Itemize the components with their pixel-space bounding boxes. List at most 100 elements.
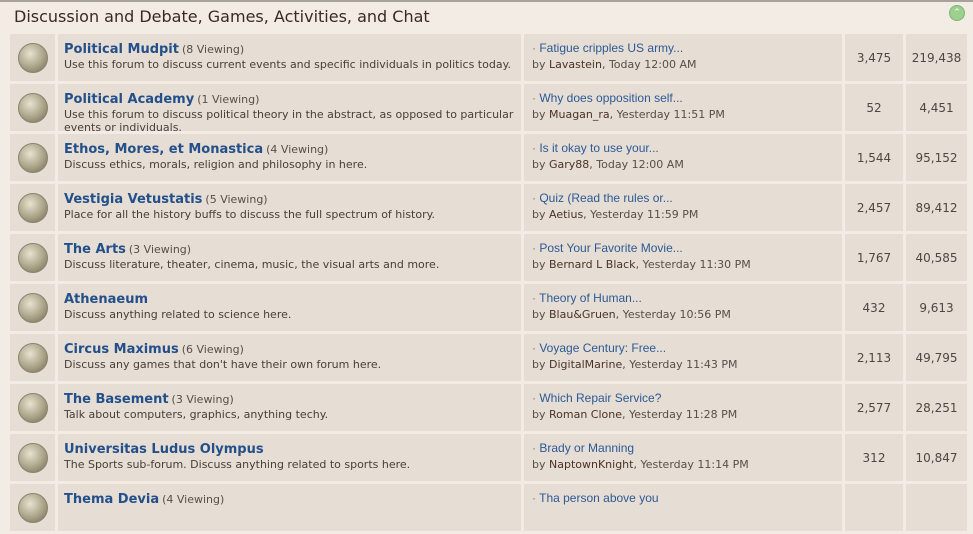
post-count: 10,847 — [906, 434, 967, 481]
last-post-time: , Yesterday 11:51 PM — [609, 108, 725, 121]
forum-status-icon — [10, 184, 55, 231]
forum-status-icon — [10, 334, 55, 381]
forum-info: Athenaeum Discuss anything related to sc… — [58, 284, 521, 331]
forum-link[interactable]: Universitas Ludus Olympus — [64, 442, 264, 457]
last-post: Brady or Manning by NaptownKnight, Yeste… — [524, 434, 842, 481]
forum-status-icon — [10, 434, 55, 481]
last-post-time: , Yesterday 11:43 PM — [622, 358, 738, 371]
thread-count: 1,767 — [845, 234, 903, 281]
viewing-count: (5 Viewing) — [205, 193, 268, 206]
last-post-link[interactable]: Voyage Century: Free... — [532, 341, 666, 355]
by-label: by — [532, 458, 549, 471]
category-header: Discussion and Debate, Games, Activities… — [0, 2, 973, 32]
thread-count: 52 — [845, 84, 903, 131]
last-post-user[interactable]: Gary88 — [549, 158, 589, 171]
by-label: by — [532, 258, 549, 271]
last-post-user[interactable]: NaptownKnight — [549, 458, 633, 471]
last-post-link[interactable]: Which Repair Service? — [532, 391, 661, 405]
forum-link[interactable]: Political Mudpit — [64, 42, 179, 57]
last-post-user[interactable]: Muagan_ra — [549, 108, 610, 121]
last-post-link[interactable]: Brady or Manning — [532, 441, 634, 455]
forum-description: The Sports sub-forum. Discuss anything r… — [64, 458, 411, 471]
forum-link[interactable]: Athenaeum — [64, 292, 148, 307]
last-post: Which Repair Service? by Roman Clone, Ye… — [524, 384, 842, 431]
last-post: Tha person above you — [524, 484, 842, 531]
post-count: 95,152 — [906, 134, 967, 181]
last-post: Why does opposition self... by Muagan_ra… — [524, 84, 842, 131]
forum-description: Place for all the history buffs to discu… — [64, 208, 436, 221]
forum-link[interactable]: The Arts — [64, 242, 126, 257]
last-post-user[interactable]: Aetius — [549, 208, 583, 221]
last-post-link[interactable]: Is it okay to use your... — [532, 141, 659, 155]
last-post: Quiz (Read the rules or... by Aetius, Ye… — [524, 184, 842, 231]
forum-link[interactable]: Political Academy — [64, 92, 194, 107]
last-post: Theory of Human... by Blau&Gruen, Yester… — [524, 284, 842, 331]
last-post-time: , Yesterday 11:30 PM — [635, 258, 751, 271]
forum-link[interactable]: Vestigia Vetustatis — [64, 192, 202, 207]
last-post-user[interactable]: Lavastein — [549, 58, 602, 71]
by-label: by — [532, 308, 549, 321]
viewing-count: (8 Viewing) — [181, 43, 245, 56]
forum-info: Vestigia Vetustatis (5 Viewing) Place for… — [58, 184, 521, 231]
last-post-user[interactable]: Blau&Gruen — [549, 308, 616, 321]
last-post-time: , Today 12:00 AM — [601, 58, 697, 71]
last-post: Voyage Century: Free... by DigitalMarine… — [524, 334, 842, 381]
last-post-user[interactable]: DigitalMarine — [549, 358, 622, 371]
post-count: 40,585 — [906, 234, 967, 281]
forum-status-icon — [10, 84, 55, 131]
forum-description: Discuss any games that don't have their … — [64, 358, 382, 371]
forum-row: The Arts (3 Viewing) Discuss literature, … — [10, 234, 970, 284]
forum-link[interactable]: Thema Devia — [64, 492, 159, 507]
forum-row: Thema Devia(4 Viewing) Tha person above … — [10, 484, 970, 534]
forum-row: The Basement (3 Viewing) Talk about compu… — [10, 384, 970, 434]
post-count: 28,251 — [906, 384, 967, 431]
post-count: 219,438 — [906, 34, 967, 81]
forum-description: Discuss anything related to science here… — [64, 308, 292, 321]
last-post-time: , Today 12:00 AM — [589, 158, 684, 171]
last-post-link[interactable]: Tha person above you — [532, 491, 659, 505]
last-post-link[interactable]: Post Your Favorite Movie... — [532, 241, 683, 255]
last-post-link[interactable]: Why does opposition self... — [532, 91, 683, 105]
thread-count: 3,475 — [845, 34, 903, 81]
forum-row: Universitas Ludus Olympus The Sports sub… — [10, 434, 970, 484]
last-post-link[interactable]: Quiz (Read the rules or... — [532, 191, 673, 205]
forum-status-icon — [10, 234, 55, 281]
forum-status-icon — [10, 384, 55, 431]
thread-count — [845, 484, 903, 531]
last-post: Post Your Favorite Movie... by Bernard L… — [524, 234, 842, 281]
last-post: Is it okay to use your... by Gary88, Tod… — [524, 134, 842, 181]
forum-description: Use this forum to discuss political theo… — [64, 108, 514, 134]
viewing-count: (6 Viewing) — [181, 343, 244, 356]
forum-info: The Arts (3 Viewing) Discuss literature, … — [58, 234, 521, 281]
forum-link[interactable]: Circus Maximus — [64, 342, 179, 357]
forum-info: The Basement (3 Viewing) Talk about compu… — [58, 384, 521, 431]
forum-description: Talk about computers, graphics, anything… — [64, 408, 329, 421]
thread-count: 1,544 — [845, 134, 903, 181]
viewing-count: (3 Viewing) — [171, 393, 234, 406]
forum-description: Discuss literature, theater, cinema, mus… — [64, 258, 440, 271]
forum-link[interactable]: The Basement — [64, 392, 169, 407]
forum-status-icon — [10, 484, 55, 531]
forum-info: Universitas Ludus Olympus The Sports sub… — [58, 434, 521, 481]
collapse-icon[interactable]: ⌃ — [949, 5, 965, 21]
forum-row: Vestigia Vetustatis (5 Viewing) Place for… — [10, 184, 970, 234]
thread-count: 2,457 — [845, 184, 903, 231]
by-label: by — [532, 358, 549, 371]
last-post-user[interactable]: Bernard L Black — [549, 258, 636, 271]
last-post-time: , Yesterday 10:56 PM — [615, 308, 731, 321]
by-label: by — [532, 408, 549, 421]
last-post-time: , Yesterday 11:14 PM — [633, 458, 749, 471]
forum-info: Ethos, Mores, et Monastica (4 Viewing) Di… — [58, 134, 521, 181]
viewing-count: (3 Viewing) — [128, 243, 192, 256]
last-post-user[interactable]: Roman Clone — [549, 408, 622, 421]
last-post-time: , Yesterday 11:28 PM — [622, 408, 738, 421]
forum-info: Thema Devia (4 Viewing) — [58, 484, 521, 531]
viewing-count: (1 Viewing) — [197, 93, 260, 106]
post-count: 89,412 — [906, 184, 967, 231]
forum-status-icon — [10, 34, 55, 81]
thread-count: 2,577 — [845, 384, 903, 431]
forum-link[interactable]: Ethos, Mores, et Monastica — [64, 142, 263, 157]
thread-count: 312 — [845, 434, 903, 481]
last-post-link[interactable]: Theory of Human... — [532, 291, 642, 305]
last-post-link[interactable]: Fatigue cripples US army... — [532, 41, 683, 55]
